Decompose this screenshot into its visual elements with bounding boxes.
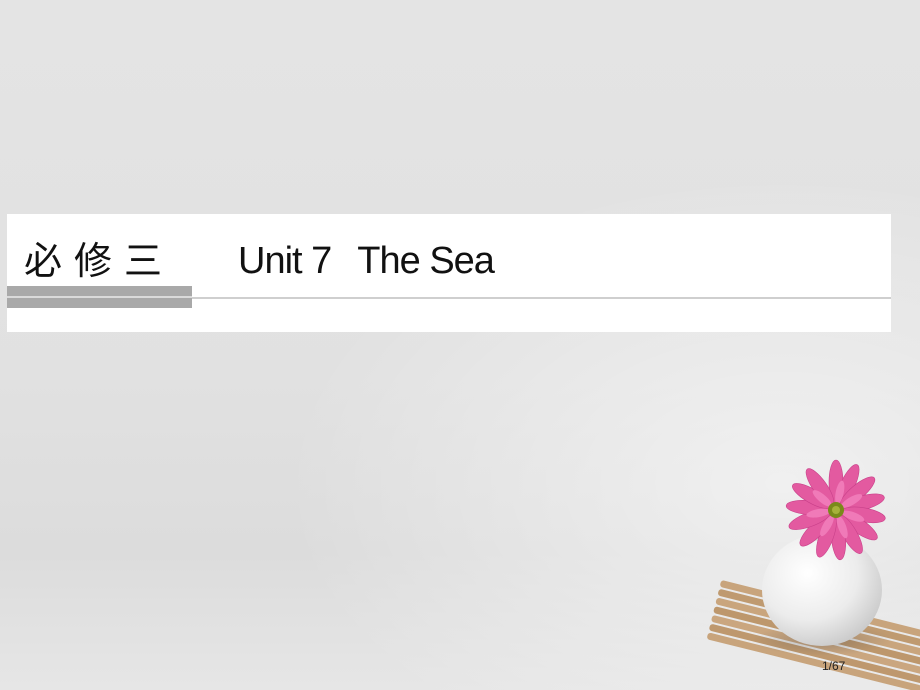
title-divider [192, 297, 891, 299]
unit-subtitle: The Sea [357, 240, 495, 282]
slide: 必修三 Unit 7 The Sea 1/67 [0, 0, 920, 690]
flower-vase-image [707, 459, 920, 690]
unit-label: Unit 7 [238, 240, 332, 282]
book-label: 必修三 [24, 239, 175, 283]
unit-title: Unit 7 The Sea [238, 236, 495, 286]
accent-bar-line [7, 296, 192, 298]
page-indicator: 1/67 [822, 659, 846, 673]
